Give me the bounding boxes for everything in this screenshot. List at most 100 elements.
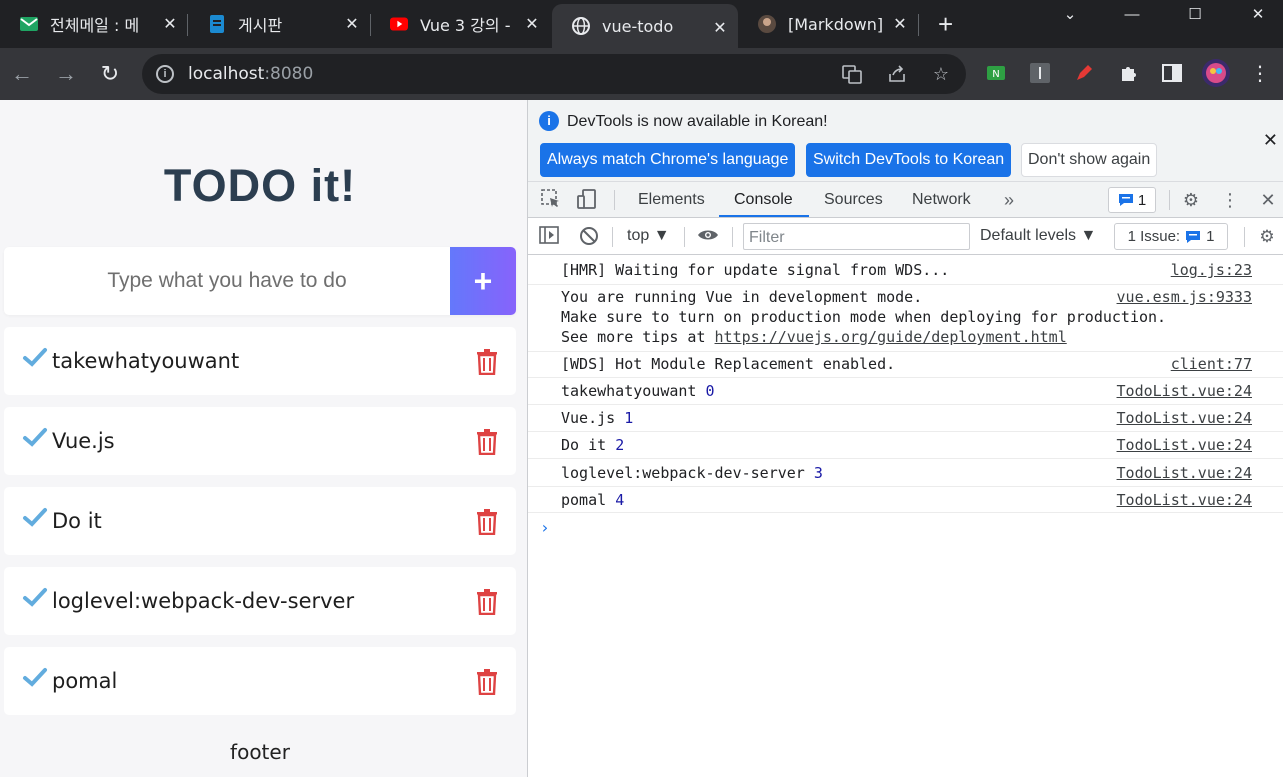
profile-avatar[interactable] <box>1202 59 1230 87</box>
messages-badge[interactable]: 1 <box>1108 187 1156 213</box>
tab-search-icon[interactable]: ⌄ <box>1040 0 1100 28</box>
todo-text: Vue.js <box>52 429 115 453</box>
todo-text: takewhatyouwant <box>52 349 240 373</box>
check-icon[interactable] <box>22 587 48 609</box>
close-infobar-icon[interactable]: ✕ <box>1263 130 1278 151</box>
log-source-link[interactable]: client:77 <box>1171 355 1252 373</box>
close-tab-icon[interactable]: ✕ <box>344 16 360 32</box>
trash-icon[interactable] <box>476 589 498 615</box>
devtools-panel: i DevTools is now available in Korean! A… <box>527 100 1283 777</box>
check-icon[interactable] <box>22 427 48 449</box>
tab-board[interactable]: 게시판 ✕ <box>188 0 370 48</box>
log-source-link[interactable]: TodoList.vue:24 <box>1117 436 1252 454</box>
console-toolbar: top ▼ Filter Default levels ▼ 1 Issue: 1 … <box>528 218 1283 255</box>
close-tab-icon[interactable]: ✕ <box>712 20 728 36</box>
console-filter-input[interactable]: Filter <box>743 223 970 250</box>
issues-counter-button[interactable]: 1 Issue: 1 <box>1114 223 1228 250</box>
tab-separator <box>918 14 919 36</box>
tab-elements[interactable]: Elements <box>638 191 705 209</box>
dropdown-arrow-icon: ▼ <box>1080 227 1097 244</box>
log-string: Do it <box>561 436 607 454</box>
translate-icon[interactable] <box>842 64 862 84</box>
dont-show-again-button[interactable]: Don't show again <box>1021 143 1158 177</box>
extensions-puzzle-icon[interactable] <box>1116 61 1140 85</box>
message-count: 1 <box>1137 191 1147 209</box>
close-window-button[interactable]: ✕ <box>1228 0 1283 28</box>
document-icon <box>208 15 226 33</box>
context-selector[interactable]: top ▼ <box>627 227 670 245</box>
page-title: TODO it! <box>163 160 357 211</box>
more-tabs-icon[interactable]: » <box>998 189 1020 211</box>
share-icon[interactable] <box>887 64 907 84</box>
side-panel-icon[interactable] <box>1160 61 1184 85</box>
tab-vue-todo[interactable]: vue-todo ✕ <box>552 4 738 48</box>
trash-icon[interactable] <box>476 509 498 535</box>
add-todo-button[interactable]: + <box>450 247 516 315</box>
check-icon[interactable] <box>22 347 48 369</box>
todo-input[interactable] <box>4 247 450 315</box>
console-message: takewhatyouwant 0 TodoList.vue:24 <box>528 378 1283 405</box>
settings-gear-icon[interactable]: ⚙ <box>1180 189 1202 211</box>
tab-markdown[interactable]: [Markdown] ✕ <box>738 0 918 48</box>
console-message: pomal 4 TodoList.vue:24 <box>528 487 1283 513</box>
log-source-link[interactable]: vue.esm.js:9333 <box>1117 288 1252 306</box>
tab-youtube[interactable]: Vue 3 강의 - ✕ <box>370 0 550 48</box>
clear-console-icon[interactable] <box>578 226 600 248</box>
log-source-link[interactable]: TodoList.vue:24 <box>1117 382 1252 400</box>
close-tab-icon[interactable]: ✕ <box>162 16 178 32</box>
log-text: pomal 4 <box>561 491 624 509</box>
site-info-icon[interactable]: i <box>156 65 174 83</box>
message-icon <box>1186 230 1201 243</box>
switch-to-korean-button[interactable]: Switch DevTools to Korean <box>806 143 1012 177</box>
new-tab-button[interactable]: + <box>938 11 953 37</box>
url-text[interactable]: localhost:8080 <box>188 64 313 84</box>
inspect-element-icon[interactable] <box>540 189 562 211</box>
close-tab-icon[interactable]: ✕ <box>892 16 908 32</box>
reload-icon[interactable]: ↻ <box>97 61 123 87</box>
log-number: 3 <box>813 464 823 482</box>
device-toolbar-icon[interactable] <box>576 189 598 211</box>
log-source-link[interactable]: log.js:23 <box>1171 261 1252 279</box>
devtools-menu-icon[interactable]: ⋮ <box>1219 189 1241 211</box>
plus-icon: + <box>473 262 493 299</box>
log-text-line2: Make sure to turn on production mode whe… <box>561 308 1167 326</box>
tab-console[interactable]: Console <box>734 191 793 209</box>
close-devtools-icon[interactable]: ✕ <box>1257 189 1279 211</box>
pen-extension-icon[interactable] <box>1072 61 1096 85</box>
deployment-guide-link[interactable]: https://vuejs.org/guide/deployment.html <box>715 328 1067 346</box>
minimize-button[interactable]: — <box>1102 0 1162 28</box>
always-match-language-button[interactable]: Always match Chrome's language <box>540 143 796 177</box>
extension-i-icon[interactable] <box>1028 61 1052 85</box>
trash-icon[interactable] <box>476 429 498 455</box>
extension-green-icon[interactable]: N <box>984 61 1008 85</box>
menu-kebab-icon[interactable]: ⋮ <box>1248 61 1272 85</box>
browser-toolbar: ← → ↻ i localhost:8080 ☆ N ⋮ <box>0 48 1283 100</box>
tab-mail[interactable]: 전체메일 : 메 ✕ <box>0 0 188 48</box>
close-tab-icon[interactable]: ✕ <box>524 16 540 32</box>
tab-sources[interactable]: Sources <box>824 191 883 209</box>
log-number: 0 <box>705 382 715 400</box>
log-source-link[interactable]: TodoList.vue:24 <box>1117 464 1252 482</box>
back-icon[interactable]: ← <box>9 61 35 87</box>
log-levels-dropdown[interactable]: Default levels ▼ <box>980 227 1096 245</box>
separator <box>612 227 613 247</box>
console-prompt-chevron-icon[interactable]: › <box>540 518 550 537</box>
live-expression-eye-icon[interactable] <box>697 226 719 248</box>
bookmark-star-icon[interactable]: ☆ <box>931 64 951 84</box>
browser-tab-strip: 전체메일 : 메 ✕ 게시판 ✕ Vue 3 강의 - ✕ vue-todo ✕… <box>0 0 1283 48</box>
sidebar-toggle-icon[interactable] <box>538 226 560 248</box>
check-icon[interactable] <box>22 667 48 689</box>
check-icon[interactable] <box>22 507 48 529</box>
log-source-link[interactable]: TodoList.vue:24 <box>1117 409 1252 427</box>
tab-network[interactable]: Network <box>912 191 971 209</box>
todo-app: TODO it! + takewhatyouwant Vue.js Do it … <box>0 100 527 777</box>
address-bar[interactable]: i localhost:8080 ☆ <box>142 54 966 94</box>
devtools-tab-bar: Elements Console Sources Network » 1 ⚙ ⋮… <box>528 182 1283 218</box>
console-settings-gear-icon[interactable]: ⚙ <box>1256 226 1278 248</box>
maximize-button[interactable]: ☐ <box>1165 0 1225 28</box>
log-text: loglevel:webpack-dev-server 3 <box>561 464 823 482</box>
trash-icon[interactable] <box>476 349 498 375</box>
forward-icon[interactable]: → <box>53 61 79 87</box>
trash-icon[interactable] <box>476 669 498 695</box>
log-source-link[interactable]: TodoList.vue:24 <box>1117 491 1252 509</box>
